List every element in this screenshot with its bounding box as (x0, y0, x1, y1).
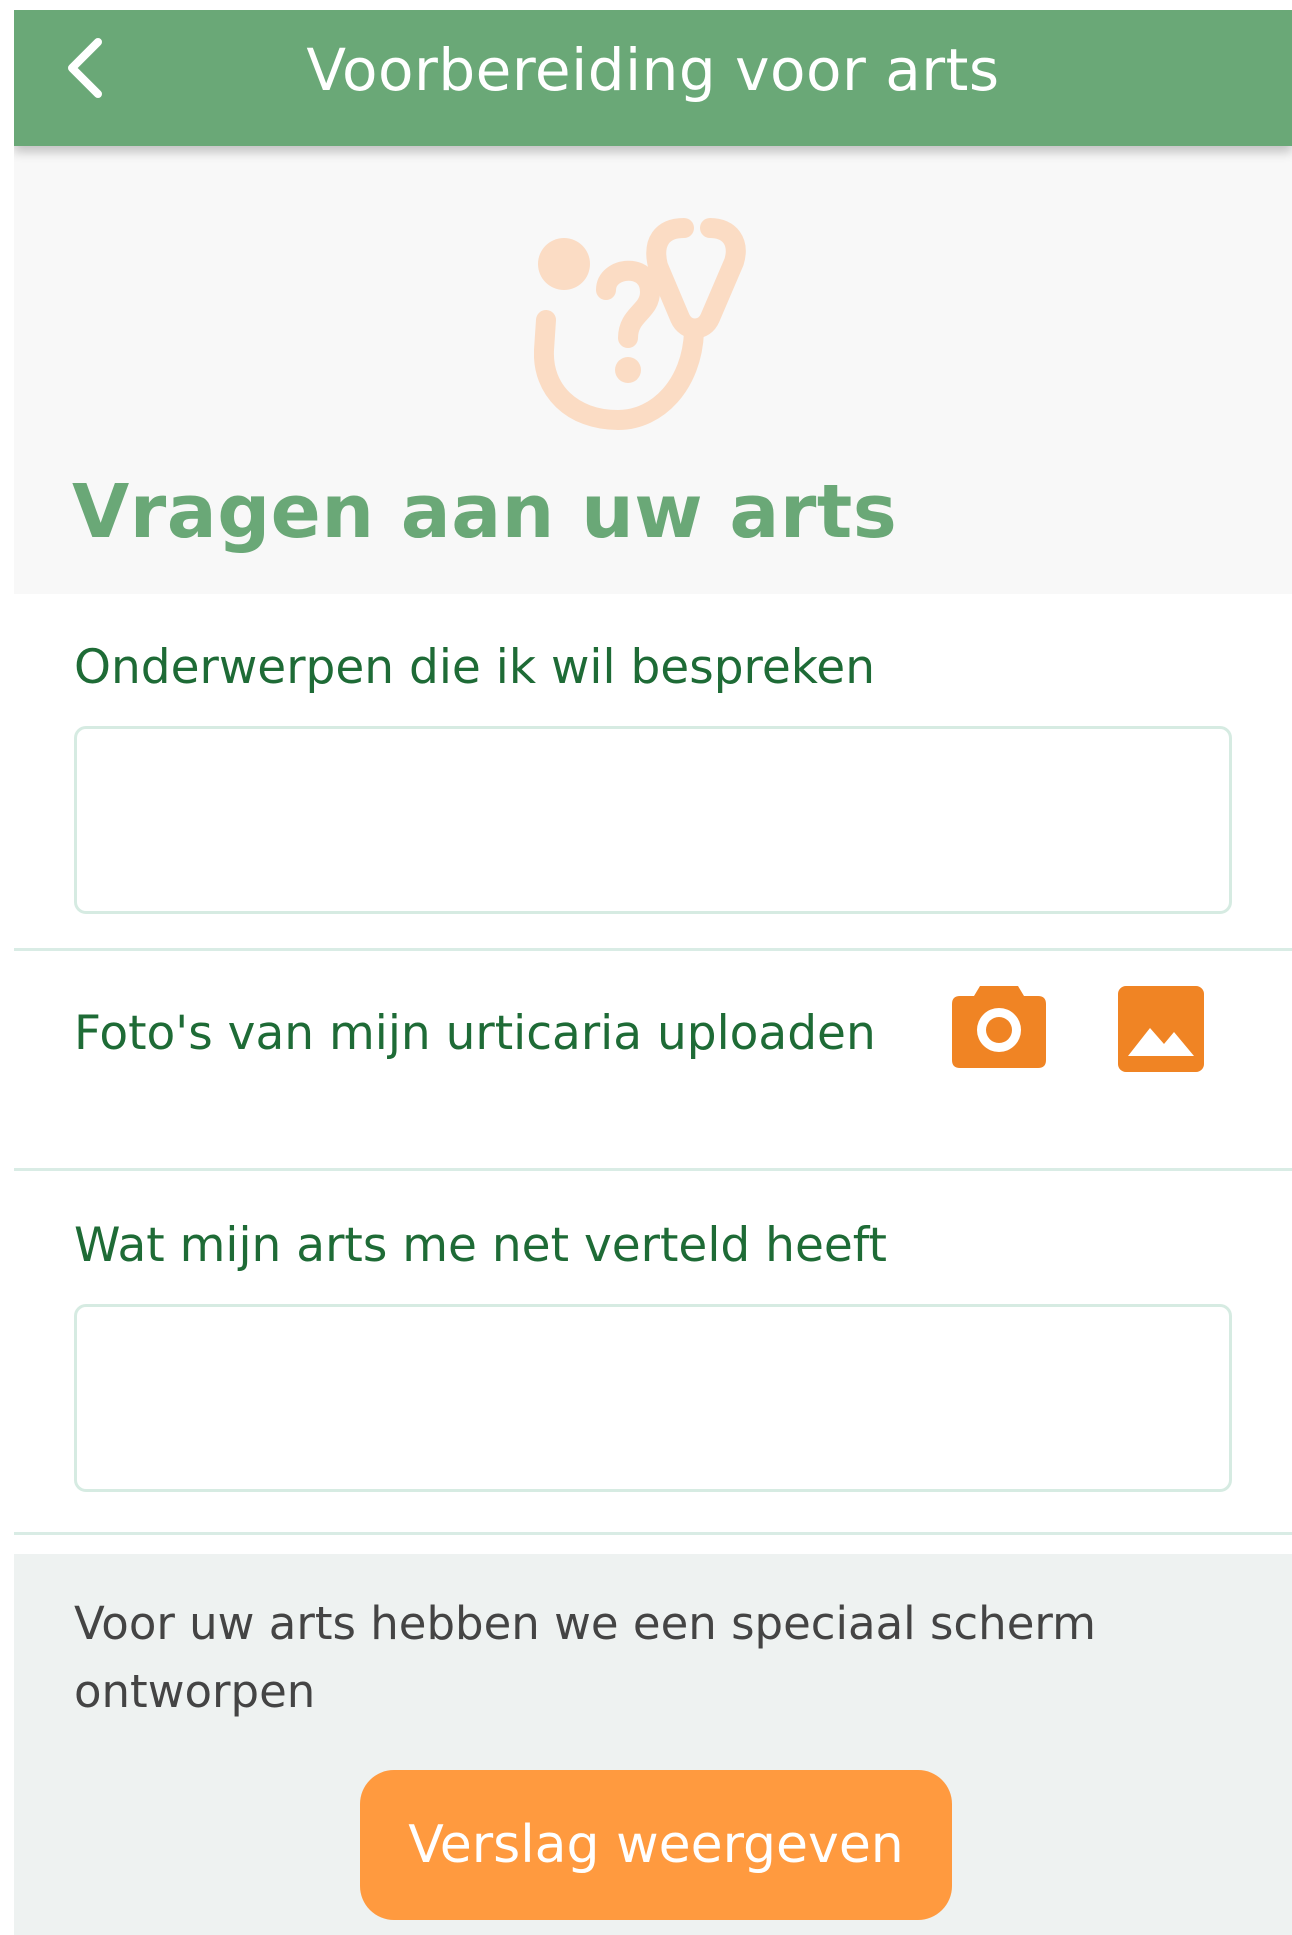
camera-button[interactable] (952, 982, 1046, 1068)
page-title: Voorbereiding voor arts (306, 36, 1000, 104)
view-report-button[interactable]: Verslag weergeven (360, 1770, 952, 1920)
divider (14, 1168, 1292, 1171)
app-screen: Voorbereiding voor arts Vragen aan uw ar… (14, 10, 1292, 1935)
topics-label: Onderwerpen die ik wil bespreken (74, 640, 875, 695)
camera-icon (952, 986, 1046, 1068)
footer-info-text: Voor uw arts hebben we een speciaal sche… (74, 1597, 1096, 1718)
image-gallery-icon (1118, 986, 1204, 1072)
divider (14, 1532, 1292, 1535)
header-bar: Voorbereiding voor arts (14, 10, 1292, 146)
doctor-notes-label: Wat mijn arts me net verteld heeft (74, 1218, 887, 1273)
doctor-notes-input[interactable] (74, 1304, 1232, 1492)
gallery-button[interactable] (1118, 986, 1204, 1072)
form-section: Onderwerpen die ik wil bespreken Foto's … (14, 594, 1292, 1554)
photos-label: Foto's van mijn urticaria uploaden (74, 1006, 876, 1061)
hero-section: Vragen aan uw arts (14, 146, 1292, 594)
footer-section: Voor uw arts hebben we een speciaal sche… (14, 1554, 1292, 1935)
stethoscope-question-icon (534, 218, 746, 431)
topics-input[interactable] (74, 726, 1232, 914)
section-heading: Vragen aan uw arts (72, 469, 898, 555)
divider (14, 948, 1292, 951)
